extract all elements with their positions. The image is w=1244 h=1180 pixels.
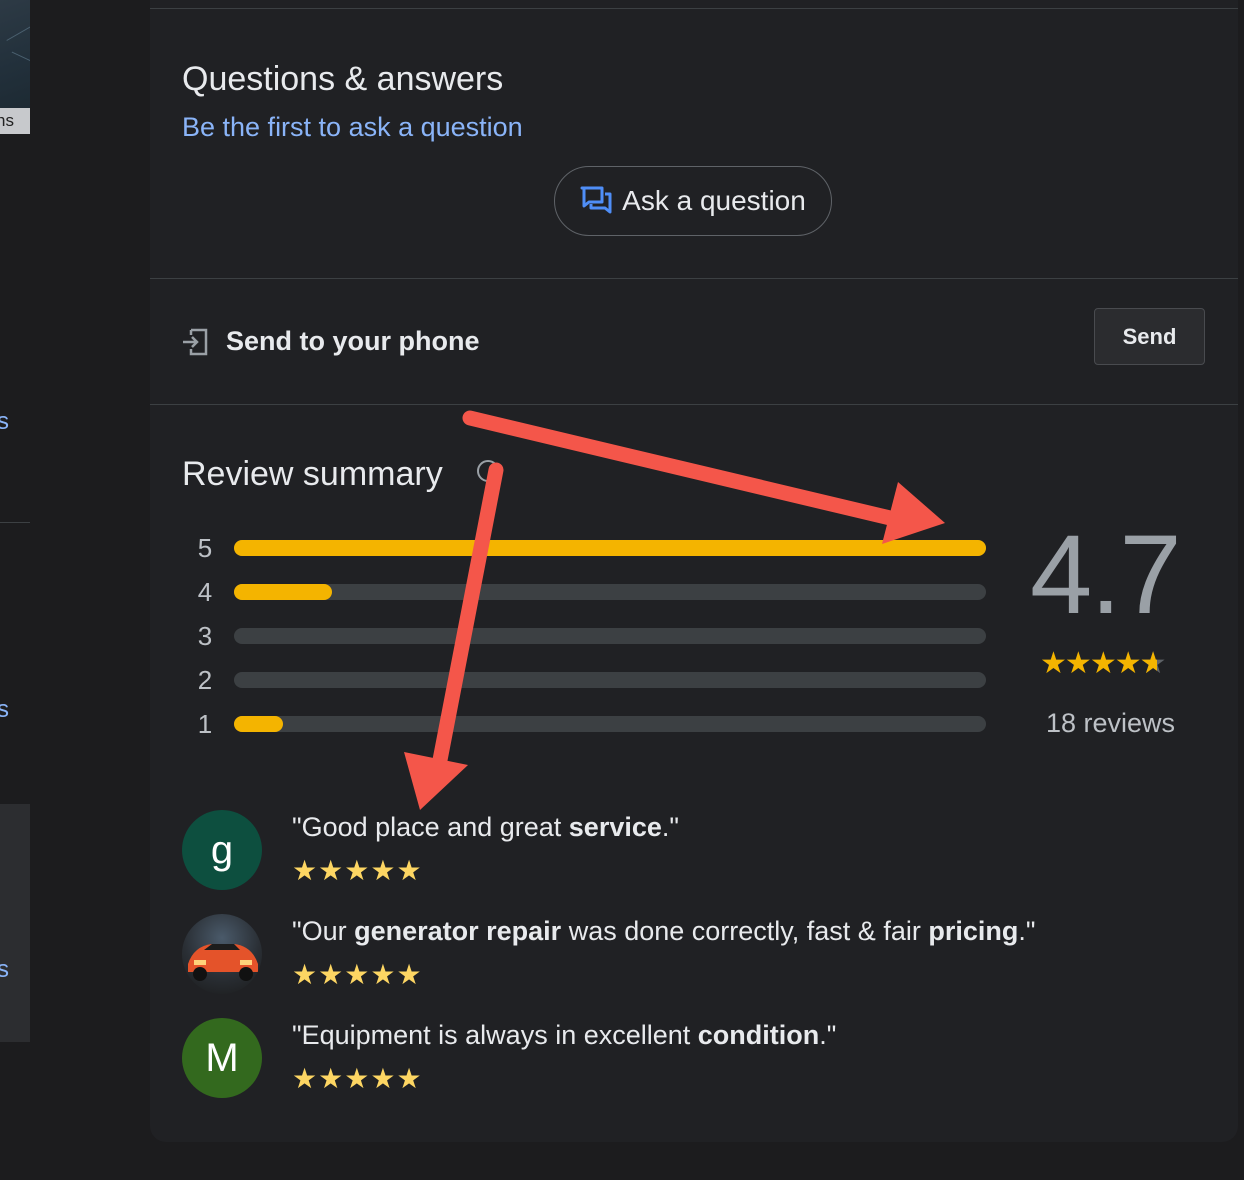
section-divider	[150, 8, 1238, 9]
star-icon: ★	[344, 1063, 371, 1094]
quote-text: ."	[1018, 916, 1036, 946]
reviewer-avatar[interactable]: M	[182, 1018, 262, 1098]
star-icon: ★	[370, 959, 397, 990]
quote-highlight: condition	[697, 1020, 820, 1050]
review-summary-title: Review summary	[182, 455, 443, 493]
review-count-link[interactable]: 18 reviews	[1046, 708, 1175, 739]
review-snippet[interactable]: g "Good place and great service." ★★★★★	[182, 810, 1182, 890]
rating-bar-track	[234, 628, 986, 644]
car-photo-icon	[188, 944, 258, 981]
rating-bar-row: 3	[190, 621, 990, 651]
quote-text: "Good place and great	[292, 812, 569, 842]
rating-bar-track	[234, 584, 986, 600]
star-icon: ★	[1064, 647, 1092, 680]
quote-text: ."	[661, 812, 679, 842]
send-to-phone-label: Send to your phone	[226, 326, 480, 356]
section-divider	[150, 404, 1238, 405]
star-icon: ★	[292, 959, 319, 990]
rating-bar-fill	[234, 584, 332, 600]
star-icon: ★	[370, 1063, 397, 1094]
send-button[interactable]: Send	[1094, 308, 1205, 365]
quote-text: ."	[819, 1020, 837, 1050]
map-thumbnail[interactable]	[0, 0, 30, 108]
rating-bar-row: 2	[190, 665, 990, 695]
ask-question-label: Ask a question	[622, 185, 806, 216]
star-icon: ★	[396, 1063, 423, 1094]
quote-highlight: generator repair	[354, 916, 562, 946]
review-quote: "Equipment is always in excellent condit…	[292, 1020, 836, 1051]
rating-bar-label: 1	[197, 709, 213, 739]
rating-bar-row: 1	[190, 709, 990, 739]
left-link-fragment[interactable]: s	[0, 408, 9, 436]
rating-bar-fill	[234, 540, 986, 556]
star-icon: ★	[318, 855, 345, 886]
quote-text: was done correctly, fast & fair	[561, 916, 929, 946]
info-icon[interactable]	[477, 460, 499, 482]
review-stars: ★★★★★	[292, 1062, 423, 1095]
send-to-device-icon	[183, 328, 208, 356]
reviewer-avatar[interactable]	[182, 914, 262, 994]
star-icon: ★	[1040, 647, 1067, 680]
qa-section-title: Questions & answers	[182, 60, 504, 98]
forum-icon	[580, 186, 612, 214]
star-icon: ★	[318, 1063, 345, 1094]
ask-first-question-link[interactable]: Be the first to ask a question	[182, 112, 523, 143]
rating-bar-label: 5	[197, 533, 213, 563]
left-divider	[0, 522, 30, 523]
average-rating: 4.7	[1030, 512, 1182, 637]
star-icon: ★	[396, 855, 423, 886]
rating-bar-fill	[234, 716, 283, 732]
star-icon: ★	[292, 855, 319, 886]
star-icon: ★	[318, 959, 345, 990]
left-panel-block	[0, 804, 30, 1042]
average-rating-stars: ★★★★★ ★	[1040, 646, 1167, 681]
star-icon: ★	[1089, 647, 1117, 680]
star-icon: ★	[292, 1063, 319, 1094]
rating-bar-label: 4	[197, 577, 213, 607]
review-quote: "Our generator repair was done correctly…	[292, 916, 1035, 947]
review-snippet[interactable]: "Our generator repair was done correctly…	[182, 914, 1182, 994]
rating-bar-track	[234, 716, 986, 732]
review-stars: ★★★★★	[292, 854, 423, 887]
rating-bar-track	[234, 540, 986, 556]
reviewer-avatar[interactable]: g	[182, 810, 262, 890]
section-divider	[150, 278, 1238, 279]
quote-text: "Our	[292, 916, 355, 946]
quote-highlight: pricing	[928, 916, 1019, 946]
star-icon: ★	[344, 855, 371, 886]
quote-text: "Equipment is always in excellent	[292, 1020, 698, 1050]
rating-bar-row: 5	[190, 533, 990, 563]
rating-bar-track	[234, 672, 986, 688]
quote-highlight: service	[568, 812, 662, 842]
partial-star-icon: ★ ★	[1139, 647, 1167, 680]
rating-bar-label: 3	[197, 621, 213, 651]
star-icon: ★	[370, 855, 397, 886]
left-link-fragment[interactable]: s	[0, 956, 9, 984]
star-icon: ★	[344, 959, 371, 990]
left-link-fragment[interactable]: s	[0, 696, 9, 724]
star-icon: ★	[1114, 647, 1142, 680]
rating-bar-row: 4	[190, 577, 990, 607]
left-panel-strip: ns s s s	[0, 0, 30, 1180]
map-thumbnail-label: ns	[0, 108, 30, 134]
rating-bar-label: 2	[197, 665, 213, 695]
review-snippet[interactable]: M "Equipment is always in excellent condi…	[182, 1018, 1182, 1098]
ask-question-button[interactable]: Ask a question	[554, 166, 832, 236]
review-stars: ★★★★★	[292, 958, 423, 991]
star-icon: ★	[396, 959, 423, 990]
review-quote: "Good place and great service."	[292, 812, 679, 843]
